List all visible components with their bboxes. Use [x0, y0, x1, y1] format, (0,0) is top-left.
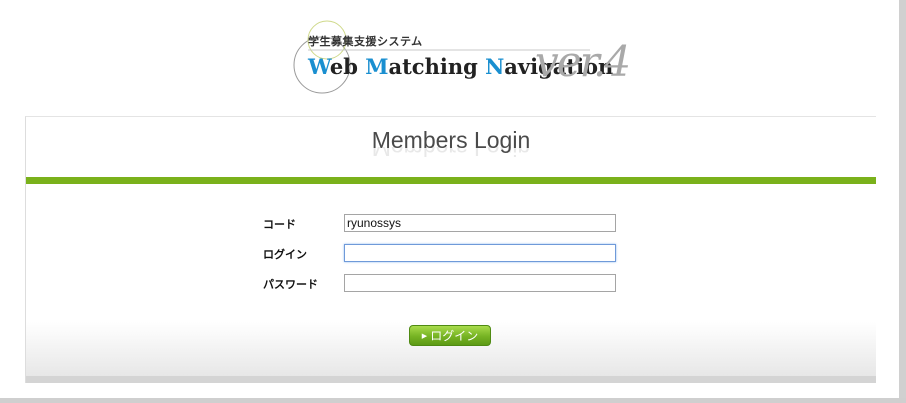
login-button[interactable]: ▶ ログイン [409, 325, 491, 346]
login-input[interactable] [344, 244, 616, 262]
logo-word-matching: atching [388, 54, 486, 79]
logo-version: ver.4 [535, 37, 631, 86]
login-panel: Members Login Members Login コード ログイン パスワ… [25, 116, 876, 383]
login-button-label: ログイン [430, 329, 479, 343]
code-label: コード [263, 218, 296, 231]
logo-initial-n: N [485, 54, 505, 79]
arrow-right-icon: ▶ [421, 331, 428, 340]
page-title-reflection: Members Login [371, 147, 531, 161]
login-form: コード ログイン パスワード [263, 204, 638, 304]
window-bottom-edge [0, 398, 906, 403]
code-input[interactable] [344, 214, 616, 232]
logo-word-web: eb [329, 54, 366, 79]
password-label: パスワード [263, 278, 318, 291]
password-input[interactable] [344, 274, 616, 292]
logo: 学生募集支援システム Web Matching Navigation ver.4 [280, 18, 640, 98]
logo-initial-m: M [365, 54, 389, 79]
logo-initial-w: W [308, 54, 330, 79]
logo-subtitle: 学生募集支援システム [308, 35, 423, 48]
panel-footer-bar [26, 376, 876, 383]
login-label: ログイン [263, 248, 307, 261]
green-divider [26, 177, 876, 184]
window-right-edge [899, 0, 906, 403]
